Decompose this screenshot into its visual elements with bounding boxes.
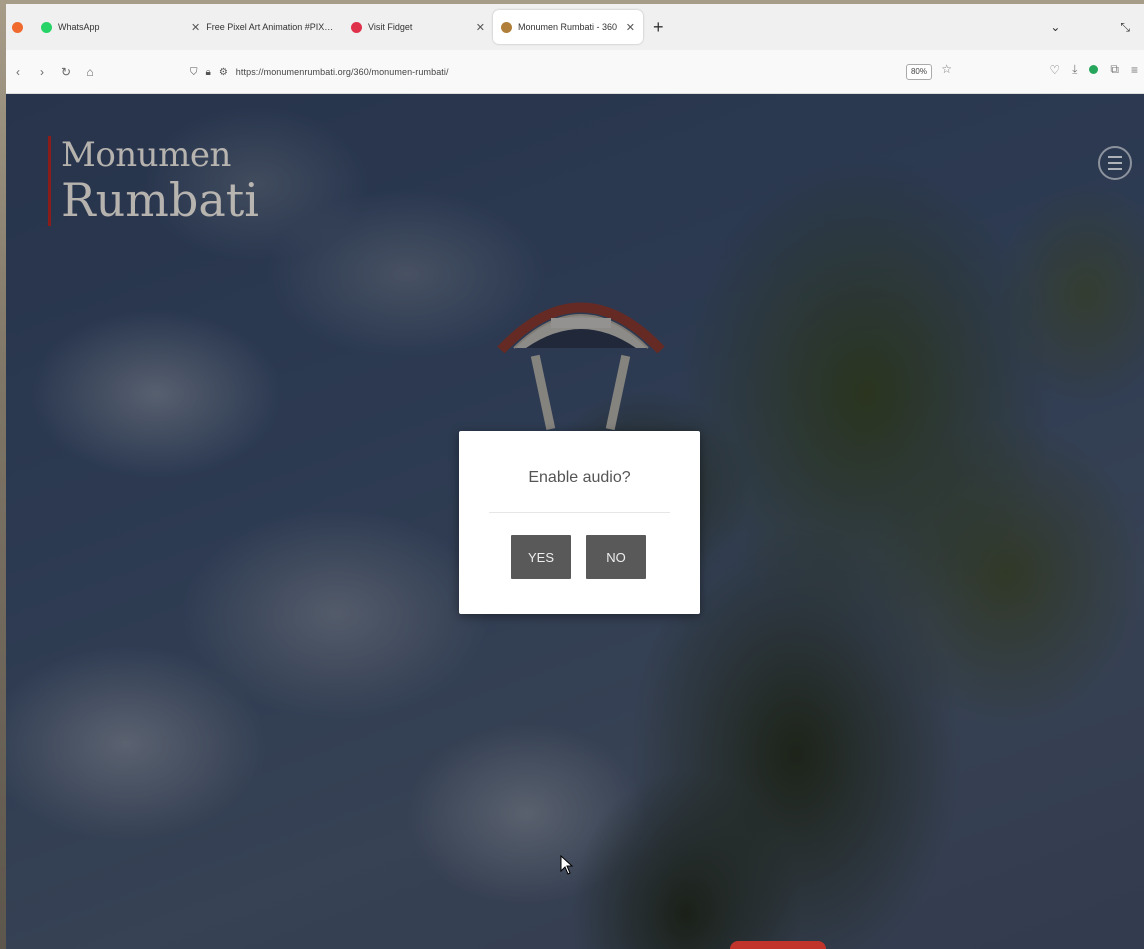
tab-monumen-rumbati[interactable]: Monumen Rumbati - 360 ✕ — [493, 10, 643, 44]
browser-window: WhatsApp ✕ Free Pixel Art Animation #PIX… — [6, 4, 1144, 949]
extension-icon[interactable] — [1089, 65, 1099, 74]
site-favicon-icon — [501, 21, 512, 33]
dialog-divider — [489, 512, 670, 513]
forward-icon[interactable]: › — [30, 65, 54, 79]
back-icon[interactable]: ‹ — [6, 65, 30, 79]
lock-icon[interactable]: 🔒︎ — [206, 67, 211, 78]
panorama-viewer[interactable]: Monumen Rumbati Enable audio? YES NO — [6, 94, 1144, 949]
zoom-level-badge[interactable]: 80% — [905, 64, 932, 80]
logo-line-1: Monumen — [61, 135, 231, 175]
new-tab-button[interactable]: + — [643, 17, 674, 38]
window-controls: ⌄ ⤡ — [1050, 20, 1144, 35]
close-icon[interactable]: ✕ — [626, 21, 635, 34]
pocket-icon[interactable]: ♡ — [1049, 63, 1060, 77]
no-button[interactable]: NO — [586, 535, 646, 579]
tab-pixel-art[interactable]: ✕ Free Pixel Art Animation #PIXEL ART — [183, 10, 343, 44]
close-icon[interactable]: ✕ — [191, 21, 200, 34]
close-icon[interactable]: ✕ — [476, 21, 485, 34]
tab-strip: WhatsApp ✕ Free Pixel Art Animation #PIX… — [6, 4, 1144, 50]
dialog-message: Enable audio? — [528, 469, 631, 486]
tab-label: Monumen Rumbati - 360 — [518, 22, 618, 32]
download-icon[interactable]: ⤓ — [1072, 62, 1077, 77]
url-text[interactable]: https://monumenrumbati.org/360/monumen-r… — [236, 67, 449, 77]
permissions-icon[interactable]: ⚙ — [219, 67, 228, 78]
navigation-bar: ‹ › ↻ ⌂ ⛉ 🔒︎ ⚙ https://monumenrumbati.or… — [6, 50, 1144, 94]
bottom-control-tab[interactable] — [730, 941, 826, 949]
whatsapp-icon — [41, 21, 52, 33]
bookmark-star-icon[interactable]: ☆ — [941, 62, 952, 76]
enable-audio-dialog: Enable audio? YES NO — [459, 431, 700, 614]
shield-icon[interactable]: ⛉ — [190, 67, 198, 78]
yes-button[interactable]: YES — [511, 535, 571, 579]
tab-label: Free Pixel Art Animation #PIXEL ART — [206, 22, 335, 32]
chevron-down-icon[interactable]: ⌄ — [1050, 20, 1060, 34]
hamburger-menu-icon[interactable]: ≡ — [1131, 63, 1138, 77]
home-icon[interactable]: ⌂ — [78, 65, 102, 79]
menu-line — [1108, 168, 1122, 170]
tab-whatsapp[interactable]: WhatsApp — [33, 10, 183, 44]
logo-line-2: Rumbati — [61, 173, 259, 227]
restore-icon[interactable]: ⤡ — [1120, 20, 1130, 35]
firefox-icon — [12, 21, 23, 33]
address-bar[interactable]: ⛉ 🔒︎ ⚙ https://monumenrumbati.org/360/mo… — [182, 58, 952, 86]
toolbar-right: ♡ ⤓ ⧉ ≡ — [1049, 62, 1138, 77]
heart-icon — [351, 21, 362, 33]
site-menu-button[interactable] — [1098, 146, 1132, 180]
tab-label: Visit Fidget — [368, 22, 413, 32]
extensions-puzzle-icon[interactable]: ⧉ — [1110, 62, 1119, 77]
tab-visit-fidget[interactable]: Visit Fidget ✕ — [343, 10, 493, 44]
mouse-cursor-icon — [560, 855, 574, 875]
tab-label: WhatsApp — [58, 22, 100, 32]
menu-line — [1108, 156, 1122, 158]
site-logo[interactable]: Monumen Rumbati — [48, 136, 259, 226]
reload-icon[interactable]: ↻ — [54, 65, 78, 79]
menu-line — [1108, 162, 1122, 164]
